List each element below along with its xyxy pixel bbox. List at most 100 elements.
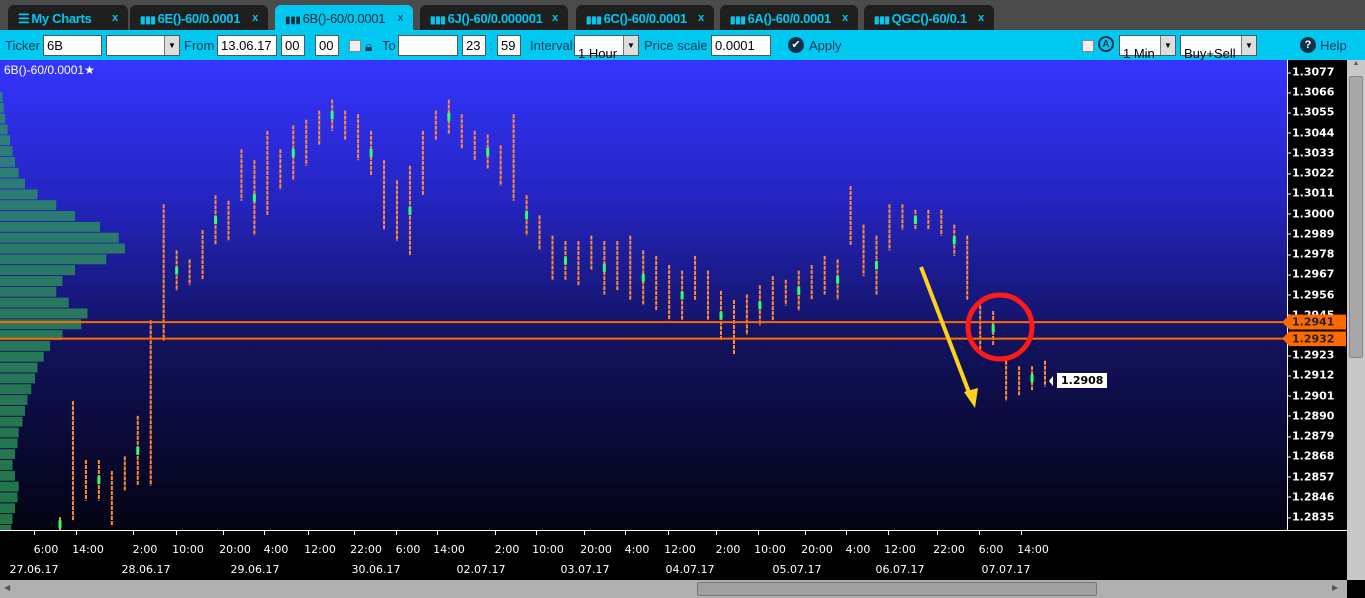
close-icon[interactable]: x (252, 5, 258, 32)
time-tick (536, 531, 537, 535)
from-minute-input[interactable]: 00 (315, 35, 339, 56)
date-label: 29.06.17 (230, 563, 280, 576)
price-bar-up-segment (252, 193, 256, 202)
price-bar-up-segment (563, 256, 567, 265)
price-tick: 1.3022 (1286, 166, 1335, 180)
ticker-input[interactable]: 6B (43, 35, 102, 56)
price-tick: 1.2923 (1286, 348, 1335, 362)
price-tick: 1.2912 (1286, 368, 1335, 382)
time-tick (354, 531, 355, 535)
tab-0[interactable]: ☰ My Charts x (8, 5, 128, 30)
chevron-down-icon: ▼ (623, 36, 638, 55)
last-price-label: 1.2908 (1048, 373, 1108, 388)
close-icon[interactable]: x (978, 5, 984, 32)
price-bar-up-segment (1030, 374, 1034, 383)
price-tick: 1.2956 (1286, 288, 1335, 301)
tab-2[interactable]: ▮▮▮ 6B()-60/0.0001 x (275, 5, 413, 30)
price-chart[interactable] (0, 60, 1287, 530)
price-tick: 1.3011 (1286, 186, 1335, 200)
menu-icon: ☰ (18, 11, 30, 26)
time-label: 20:00 (219, 543, 251, 556)
time-label: 10:00 (754, 543, 786, 556)
apply-label: Apply (809, 38, 842, 53)
price-tick: 1.2978 (1286, 247, 1335, 261)
close-icon[interactable]: x (552, 5, 558, 32)
price-bar-up-segment (330, 111, 334, 120)
volume-profile-bar (0, 243, 125, 254)
scroll-right-icon[interactable]: ▶ (1332, 583, 1338, 592)
time-tick (668, 531, 669, 535)
price-level-marker[interactable]: 1.2941 (1282, 314, 1346, 330)
close-icon[interactable]: x (398, 5, 404, 32)
price-level-marker[interactable]: 1.2932 (1282, 331, 1346, 347)
interval-select[interactable]: 1 Hour ▼ (574, 35, 639, 61)
date-label: 27.06.17 (9, 563, 59, 576)
volume-profile-bar (0, 395, 28, 405)
from-hour-input[interactable]: 00 (281, 35, 305, 56)
time-tick (937, 531, 938, 535)
date-label: 06.07.17 (875, 563, 925, 576)
time-tick (584, 531, 585, 535)
close-icon[interactable]: x (698, 5, 704, 32)
to-hour-input[interactable]: 23 (462, 35, 486, 56)
to-minute-input[interactable]: 59 (497, 35, 521, 56)
side-select[interactable]: Buy+Sell ▼ (1180, 35, 1257, 61)
time-label: 4:00 (263, 543, 289, 556)
volume-profile-bar (0, 276, 63, 286)
bar-chart-icon: ▮▮▮ (430, 15, 446, 26)
time-label: 2:00 (494, 543, 520, 556)
close-icon[interactable]: x (842, 5, 848, 32)
annotation-circle (965, 292, 1035, 362)
volume-profile-bar (0, 340, 50, 351)
scroll-left-icon[interactable]: ◀ (4, 583, 10, 592)
price-bar-up-segment (991, 324, 995, 333)
tab-6[interactable]: ▮▮▮ QGC()-60/0.1 x (864, 5, 994, 30)
scroll-up-icon[interactable]: ▲ (1347, 60, 1365, 67)
to-date-input[interactable] (398, 35, 458, 56)
time-tick (264, 531, 265, 535)
bar-chart-icon: ▮▮▮ (140, 15, 156, 26)
lock-checkbox[interactable] (349, 40, 361, 52)
help-button[interactable]: ? Help (1300, 35, 1350, 56)
volume-profile-bar (0, 232, 119, 243)
vertical-scrollbar[interactable]: ▲ (1347, 60, 1365, 580)
auto-checkbox[interactable] (1082, 40, 1094, 52)
price-tick: 1.3000 (1286, 207, 1335, 221)
price-bar-up-segment (369, 148, 373, 157)
volume-profile-bar (0, 113, 5, 124)
volume-profile-bar (0, 351, 44, 362)
tab-3[interactable]: ▮▮▮ 6J()-60/0.000001 x (420, 5, 568, 30)
annotation-arrow (919, 266, 972, 396)
vertical-scroll-thumb[interactable] (1349, 76, 1363, 358)
volume-profile-bar (0, 416, 23, 427)
tab-1[interactable]: ▮▮▮ 6E()-60/0.0001 x (130, 5, 268, 30)
from-date-input[interactable]: 13.06.17 (217, 35, 277, 56)
time-label: 14:00 (433, 543, 465, 556)
volume-profile-bar (0, 200, 57, 211)
volume-profile-bar (0, 254, 107, 265)
star-icon[interactable]: ★ (84, 63, 95, 77)
horizontal-scrollbar[interactable]: ◀ ▶ (0, 580, 1347, 598)
volume-profile-bar (0, 92, 3, 102)
volume-profile-bar (0, 470, 15, 481)
interval-label: Interval (530, 38, 573, 53)
bar-chart-icon: ▮▮▮ (285, 15, 301, 26)
volume-profile-bar (0, 102, 4, 113)
time-tick (34, 531, 35, 535)
price-bar-up-segment (447, 113, 451, 122)
time-tick (758, 531, 759, 535)
time-label: 4:00 (624, 543, 650, 556)
volume-profile-bar (0, 156, 15, 167)
time-tick (176, 531, 177, 535)
horizontal-scroll-thumb[interactable] (697, 582, 1097, 596)
ticker-select[interactable]: ▼ (106, 35, 180, 56)
tab-5[interactable]: ▮▮▮ 6A()-60/0.0001 x (720, 5, 858, 30)
tab-4[interactable]: ▮▮▮ 6C()-60/0.0001 x (576, 5, 714, 30)
chevron-down-icon: ▼ (1160, 36, 1175, 55)
volume-profile-bar (0, 503, 15, 514)
time-label: 4:00 (845, 543, 871, 556)
close-icon[interactable]: x (112, 5, 118, 32)
volume-profile-bar (0, 449, 15, 460)
price-scale-input[interactable]: 0.0001 (711, 35, 771, 56)
timeframe-select[interactable]: 1 Min ▼ (1119, 35, 1176, 61)
